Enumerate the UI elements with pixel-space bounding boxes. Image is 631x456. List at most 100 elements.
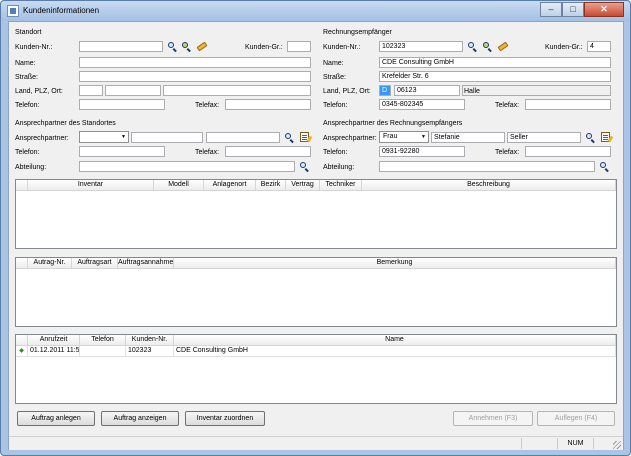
inventar-grid-header: Inventar Modell Anlagenort Bezirk Vertra… xyxy=(16,180,616,191)
rechnung-name-input[interactable]: CDE Consulting GmbH xyxy=(379,57,611,68)
ap-standort-edit-form-icon[interactable] xyxy=(299,132,310,143)
standort-telefon-input[interactable] xyxy=(79,99,165,110)
auftrag-col-auftrag-nr[interactable]: Autrag-Nr. xyxy=(28,258,72,269)
standort-zoom-search-icon[interactable] xyxy=(181,41,192,52)
inventar-col-techniker[interactable]: Techniker xyxy=(320,180,362,191)
inventar-col-anlagenort[interactable]: Anlagenort xyxy=(204,180,256,191)
anruf-col-telefon[interactable]: Telefon xyxy=(80,335,126,346)
ap-rechnung-ansprechpartner-label: Ansprechpartner: xyxy=(323,135,377,142)
maximize-button[interactable]: □ xyxy=(562,2,584,17)
standort-kunden-nr-input[interactable] xyxy=(79,41,163,52)
standort-land-input[interactable] xyxy=(79,85,103,96)
ap-standort-telefax-input[interactable] xyxy=(225,146,311,157)
ap-standort-vorname-input[interactable] xyxy=(131,132,203,143)
rechnung-eraser-icon[interactable] xyxy=(497,41,509,52)
annehmen-button[interactable]: Annehmen (F3) xyxy=(453,411,533,426)
minimize-button[interactable]: – xyxy=(540,2,562,17)
rechnung-strasse-label: Straße: xyxy=(323,74,346,81)
ap-standort-telefon-label: Telefon: xyxy=(15,149,40,156)
inventar-grid[interactable]: Inventar Modell Anlagenort Bezirk Vertra… xyxy=(15,179,617,249)
close-button[interactable]: ✕ xyxy=(584,2,624,17)
ap-standort-telefax-label: Telefax: xyxy=(195,149,220,156)
auftrag-anlegen-button[interactable]: Auftrag anlegen xyxy=(17,411,95,426)
inventar-zuordnen-button[interactable]: Inventar zuordnen xyxy=(185,411,265,426)
auftrag-col-bemerkung[interactable]: Bemerkung xyxy=(174,258,616,269)
ap-rechnung-telefax-label: Telefax: xyxy=(495,149,520,156)
ap-standort-abteilung-search-icon[interactable] xyxy=(299,161,310,172)
standort-name-label: Name: xyxy=(15,60,36,67)
app-icon xyxy=(7,5,19,17)
title-bar[interactable]: Kundeninformationen – □ ✕ xyxy=(1,1,630,21)
auftrag-col-indicator[interactable] xyxy=(16,258,28,269)
rechnung-kunden-nr-input[interactable]: 102323 xyxy=(379,41,463,52)
standort-kunden-gr-input[interactable] xyxy=(287,41,311,52)
ap-rechnung-abteilung-label: Abteilung: xyxy=(323,164,355,171)
rechnung-kunden-gr-input[interactable]: 4 xyxy=(587,41,611,52)
anruf-cell-name[interactable]: CDE Consulting GmbH xyxy=(174,346,616,357)
standort-name-input[interactable] xyxy=(79,57,311,68)
resize-grip-icon[interactable] xyxy=(613,441,621,449)
standort-strasse-input[interactable] xyxy=(79,71,311,82)
ap-rechnung-telefon-label: Telefon: xyxy=(323,149,348,156)
table-row[interactable]: ◆ 01.12.2011 11:5 102323 CDE Consulting … xyxy=(16,346,616,357)
ap-standort-nachname-input[interactable] xyxy=(206,132,280,143)
rechnung-telefax-input[interactable] xyxy=(525,99,611,110)
auftrag-grid[interactable]: Autrag-Nr. Auftragsart Auftragsannahme B… xyxy=(15,257,617,327)
auflegen-button[interactable]: Auflegen (F4) xyxy=(537,411,615,426)
anruf-col-indicator[interactable] xyxy=(16,335,28,346)
auftrag-col-auftragsannahme[interactable]: Auftragsannahme xyxy=(118,258,174,269)
status-section-end xyxy=(593,438,613,449)
ap-rechnung-telefax-input[interactable] xyxy=(525,146,611,157)
anruf-cell-kunden-nr[interactable]: 102323 xyxy=(126,346,174,357)
ap-standort-search-icon[interactable] xyxy=(284,132,295,143)
rechnung-plz-input[interactable]: 06123 xyxy=(394,85,460,96)
anruf-col-name[interactable]: Name xyxy=(174,335,616,346)
standort-eraser-icon[interactable] xyxy=(196,41,208,52)
ap-standort-abteilung-input[interactable] xyxy=(79,161,295,172)
auftrag-anzeigen-button[interactable]: Auftrag anzeigen xyxy=(101,411,179,426)
standort-kunden-nr-label: Kunden-Nr.: xyxy=(15,44,53,51)
auftrag-col-auftragsart[interactable]: Auftragsart xyxy=(72,258,118,269)
rechnung-strasse-input[interactable]: Krefelder Str. 6 xyxy=(379,71,611,82)
inventar-col-indicator[interactable] xyxy=(16,180,28,191)
standort-telefax-label: Telefax: xyxy=(195,102,220,109)
standort-ort-input[interactable] xyxy=(163,85,311,96)
inventar-col-vertrag[interactable]: Vertrag xyxy=(286,180,320,191)
anruf-cell-anrufzeit[interactable]: 01.12.2011 11:5 xyxy=(28,346,80,357)
row-indicator-icon: ◆ xyxy=(16,346,28,357)
inventar-col-modell[interactable]: Modell xyxy=(154,180,204,191)
inventar-col-bezirk[interactable]: Bezirk xyxy=(256,180,286,191)
inventar-col-inventar[interactable]: Inventar xyxy=(28,180,154,191)
standort-search-icon[interactable] xyxy=(167,41,178,52)
rechnung-telefax-label: Telefax: xyxy=(495,102,520,109)
ap-rechnung-abteilung-search-icon[interactable] xyxy=(599,161,610,172)
rechnung-telefon-input[interactable]: 0345-802345 xyxy=(379,99,465,110)
rechnung-land-input[interactable]: D xyxy=(379,85,391,96)
anruf-col-kunden-nr[interactable]: Kunden-Nr. xyxy=(126,335,174,346)
ap-standort-anrede-select[interactable] xyxy=(79,131,129,143)
status-bar: NUM xyxy=(9,436,623,450)
anruf-grid-header: Anrufzeit Telefon Kunden-Nr. Name xyxy=(16,335,616,346)
anruf-grid[interactable]: Anrufzeit Telefon Kunden-Nr. Name ◆ 01.1… xyxy=(15,334,617,404)
standort-plz-input[interactable] xyxy=(105,85,161,96)
rechnung-heading: Rechnungsempfänger xyxy=(323,29,392,36)
ap-rechnung-heading: Ansprechpartner des Rechnungsempfängers xyxy=(323,120,463,127)
window-title: Kundeninformationen xyxy=(23,6,100,15)
standort-telefax-input[interactable] xyxy=(225,99,311,110)
ap-rechnung-abteilung-input[interactable] xyxy=(379,161,595,172)
ap-rechnung-edit-form-icon[interactable] xyxy=(600,132,611,143)
rechnung-ort-field[interactable] xyxy=(462,85,611,96)
anruf-col-anrufzeit[interactable]: Anrufzeit xyxy=(28,335,80,346)
ap-rechnung-vorname-input[interactable]: Stefanie xyxy=(431,132,505,143)
rechnung-telefon-label: Telefon: xyxy=(323,102,348,109)
anruf-cell-telefon[interactable] xyxy=(80,346,126,357)
inventar-col-beschreibung[interactable]: Beschreibung xyxy=(362,180,616,191)
ap-rechnung-nachname-input[interactable]: Seller xyxy=(507,132,581,143)
rechnung-zoom-search-icon[interactable] xyxy=(482,41,493,52)
ap-rechnung-search-icon[interactable] xyxy=(585,132,596,143)
ap-standort-telefon-input[interactable] xyxy=(79,146,165,157)
ap-rechnung-anrede-select[interactable]: Frau xyxy=(379,131,429,143)
rechnung-search-icon[interactable] xyxy=(467,41,478,52)
standort-land-label: Land, PLZ, Ort: xyxy=(15,88,63,95)
ap-rechnung-telefon-input[interactable]: 0931-92280 xyxy=(379,146,465,157)
